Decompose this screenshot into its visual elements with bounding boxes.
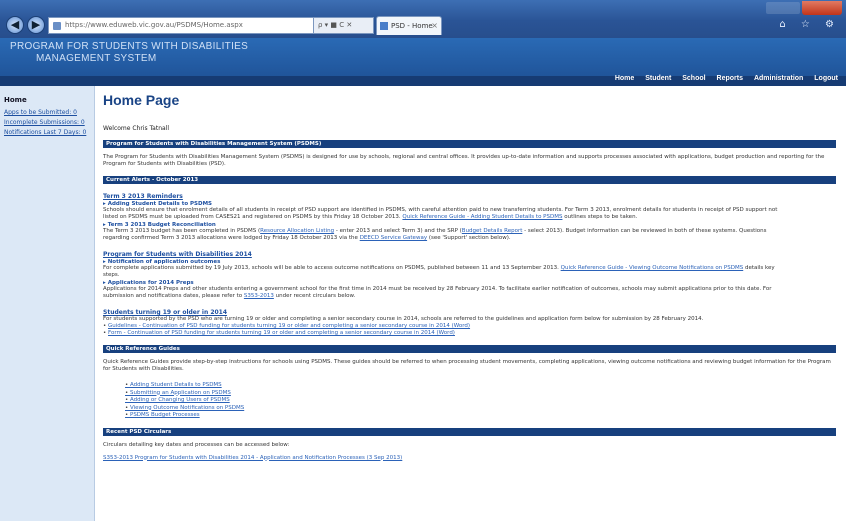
adding-student-deadline: listed on PSDMS must be uploaded from CA… [103,214,401,220]
tab-close-icon[interactable]: × [431,17,438,35]
nav-student[interactable]: Student [645,75,671,82]
students-19-heading: Students turning 19 or older in 2014 [103,309,228,316]
prep-text-2: submission and notifications dates, plea… [103,293,838,300]
circular-link-s353[interactable]: S353-2013 Program for Students with Disa… [103,455,402,461]
address-tools[interactable]: ρ ▾ ■ C ✕ [314,17,374,34]
psd-2014-heading: Program for Students with Disabilities 2… [103,251,252,258]
guide-link-budget-processes[interactable]: PSDMS Budget Processes [125,412,838,420]
nav-logout[interactable]: Logout [814,75,838,82]
budget-text-a: The Term 3 2013 budget has been complete… [103,228,261,234]
circulars-text: Circulars detailing key dates and proces… [103,441,290,448]
nav-reports[interactable]: Reports [717,75,743,82]
main-content: Home Page Welcome Chris Tatnall Program … [103,86,838,521]
outcome-notifications-guide-link[interactable]: Quick Reference Guide - Viewing Outcome … [561,265,744,271]
address-text: https://www.eduweb.vic.gov.au/PSDMS/Home… [65,21,243,29]
top-nav: Home Student School Reports Administrati… [606,75,838,82]
adding-student-guide-link[interactable]: Quick Reference Guide - Adding Student D… [402,214,562,220]
resource-allocation-link[interactable]: Resource Allocation Listing [260,228,334,234]
prep-text-b: under recent circulars below. [275,293,356,299]
adding-student-text-2: listed on PSDMS must be uploaded from CA… [103,214,838,221]
prep-text: Applications for 2014 Preps and other st… [103,286,772,292]
notification-text-c: steps. [103,272,120,278]
sidebar: Home Apps to be Submitted: 0 Incomplete … [0,86,95,521]
students-19-link-1: • Guidelines - Continuation of PSD fundi… [103,323,471,329]
sidebar-link-apps-to-submit[interactable]: Apps to be Submitted: 0 [4,109,90,116]
guides-text: Quick Reference Guides provide step-by-s… [103,359,831,372]
browser-titlebar: ◀ ▶ https://www.eduweb.vic.gov.au/PSDMS/… [0,0,846,38]
students-19-text: For students supported by the PSD who ar… [103,316,704,322]
nav-school[interactable]: School [682,75,705,82]
welcome-message: Welcome Chris Tatnall [103,125,170,132]
section-heading-guides: Quick Reference Guides [103,345,836,353]
guide-link-adding-student[interactable]: Adding Student Details to PSDMS [125,382,838,390]
window-controls[interactable] [766,2,800,14]
budget-text-c: - select 2013). Budget information can b… [524,228,767,234]
window-close-button[interactable] [802,1,842,15]
adding-student-text: Schools should ensure that enrolment det… [103,207,778,213]
budget-text-b: - enter 2013 and select Term 3) and the … [335,228,462,234]
nav-administration[interactable]: Administration [754,75,803,82]
tab-favicon-icon [380,22,388,30]
budget-text-e: (see 'Support' section below). [428,235,511,241]
term3-reminders-heading: Term 3 2013 Reminders [103,193,183,200]
prep-text-a: submission and notifications dates, plea… [103,293,243,299]
adding-student-text-end: outlines steps to be taken. [564,214,638,220]
form-word-link[interactable]: Form - Continuation of PSD funding for s… [108,330,455,336]
site-title-line2: Management System [36,53,157,64]
browser-toolbar-icons[interactable]: ⌂ ☆ ⚙ [779,19,840,30]
guides-list: Adding Student Details to PSDMS Submitti… [103,382,838,420]
site-logo[interactable]: Program for Students with Disabilities M… [10,41,248,65]
service-gateway-link[interactable]: DEECD Service Gateway [360,235,427,241]
notification-text-b: details key [744,265,775,271]
address-bar[interactable]: https://www.eduweb.vic.gov.au/PSDMS/Home… [48,17,314,34]
students-19-link-2: • Form - Continuation of PSD funding for… [103,330,455,336]
budget-text-d: regarding confirmed Term 3 2013 allocati… [103,235,358,241]
about-text: The Program for Students with Disabiliti… [103,154,825,167]
page-title: Home Page [103,92,180,108]
back-button[interactable]: ◀ [6,16,24,34]
section-heading-about: Program for Students with Disabilities M… [103,140,836,148]
guidelines-word-link[interactable]: Guidelines - Continuation of PSD funding… [108,323,470,329]
sidebar-home[interactable]: Home [4,96,90,104]
circular-s353-link[interactable]: S353-2013 [244,293,274,299]
notification-text-a: For complete applications submitted by 1… [103,265,559,271]
section-heading-circulars: Recent PSD Circulars [103,427,836,436]
guide-link-outcome-notifications[interactable]: Viewing Outcome Notifications on PSDMS [125,405,838,413]
back-arrow-icon: ◀ [10,18,20,31]
nav-home[interactable]: Home [615,75,634,82]
notification-text: For complete applications submitted by 1… [103,265,838,272]
site-title-line1: Program for Students with Disabilities [10,41,249,52]
budget-text: The Term 3 2013 budget has been complete… [103,228,838,235]
forward-button[interactable]: ▶ [27,16,45,34]
tab-title: PSD - Home [391,22,433,30]
site-header: Program for Students with Disabilities M… [0,38,846,86]
section-heading-alerts: Current Alerts - October 2013 [103,176,836,184]
toolbar-icons[interactable]: ⌂ ☆ ⚙ [779,19,840,30]
budget-details-report-link[interactable]: Budget Details Report [462,228,523,234]
sidebar-link-notifications[interactable]: Notifications Last 7 Days: 0 [4,129,90,136]
sidebar-link-incomplete-submissions[interactable]: Incomplete Submissions: 0 [4,119,90,126]
guide-link-submitting-application[interactable]: Submitting an Application on PSDMS [125,390,838,398]
page-icon [53,22,61,30]
guide-link-users[interactable]: Adding or Changing Users of PSDMS [125,397,838,405]
budget-text-2: regarding confirmed Term 3 2013 allocati… [103,235,838,242]
forward-arrow-icon: ▶ [31,18,41,31]
address-tools-icons: ρ ▾ ■ C ✕ [318,21,353,29]
browser-tab[interactable]: PSD - Home × [376,16,442,35]
